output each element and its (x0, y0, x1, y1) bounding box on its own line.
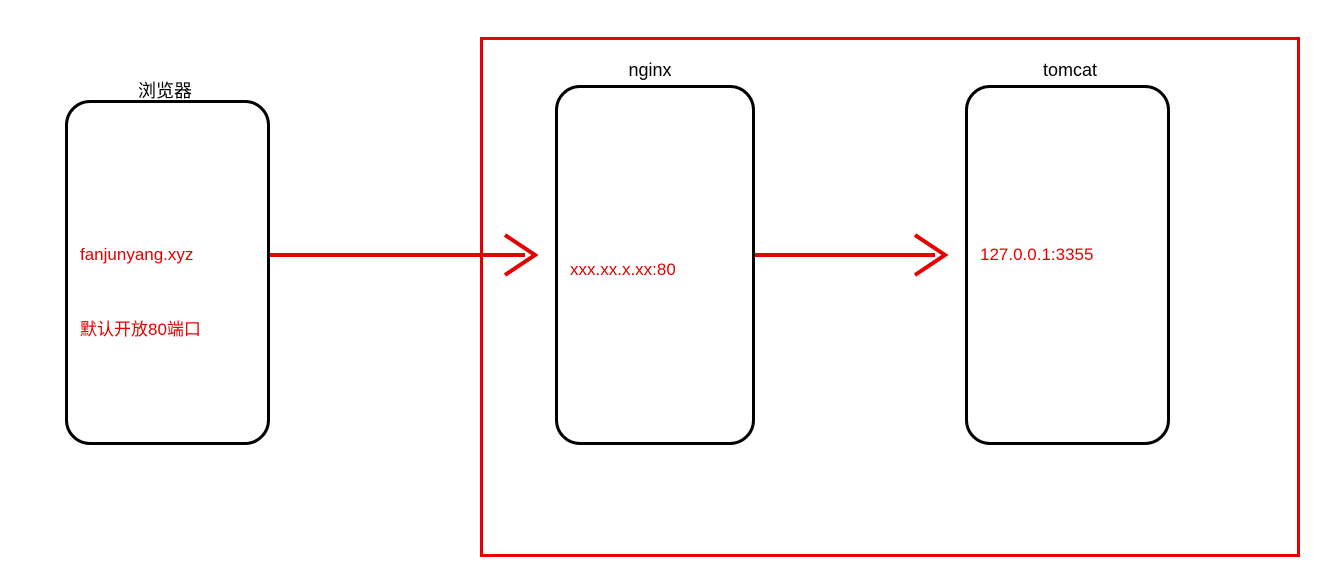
tomcat-box (965, 85, 1170, 445)
network-diagram: 浏览器 fanjunyang.xyz 默认开放80端口 nginx xxx.xx… (0, 0, 1318, 583)
nginx-label: nginx (610, 60, 690, 81)
browser-port-note: 默认开放80端口 (80, 315, 201, 340)
arrow-nginx-to-tomcat (755, 225, 965, 285)
arrow-browser-to-nginx (270, 225, 555, 285)
browser-domain-text: fanjunyang.xyz (80, 245, 193, 265)
tomcat-label: tomcat (1020, 60, 1120, 81)
nginx-address-text: xxx.xx.x.xx:80 (570, 260, 676, 280)
tomcat-address-text: 127.0.0.1:3355 (980, 245, 1093, 265)
browser-box (65, 100, 270, 445)
